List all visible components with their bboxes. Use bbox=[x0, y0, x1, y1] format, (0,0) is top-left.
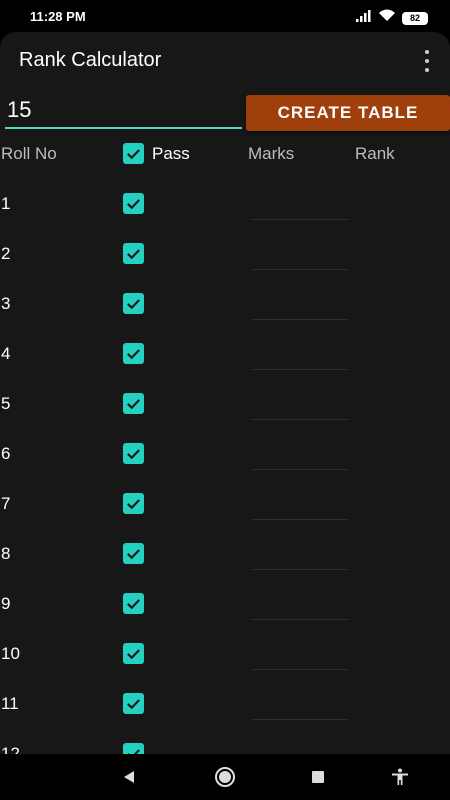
table-row: 12 bbox=[0, 732, 450, 754]
check-icon bbox=[127, 599, 140, 610]
check-icon bbox=[127, 499, 140, 510]
app-bar: Rank Calculator bbox=[0, 32, 450, 88]
roll-number: 10 bbox=[1, 644, 20, 663]
pass-checkbox[interactable] bbox=[123, 243, 144, 264]
create-table-button[interactable]: CREATE TABLE bbox=[246, 95, 450, 131]
check-icon bbox=[127, 549, 140, 560]
table-row: 10 bbox=[0, 632, 450, 682]
pass-checkbox[interactable] bbox=[123, 643, 144, 664]
pass-checkbox[interactable] bbox=[123, 743, 144, 754]
marks-input[interactable] bbox=[252, 240, 348, 270]
table-row: 11 bbox=[0, 682, 450, 732]
marks-input[interactable] bbox=[252, 340, 348, 370]
pass-checkbox[interactable] bbox=[123, 593, 144, 614]
table-row: 1 bbox=[0, 182, 450, 232]
table-row: 3 bbox=[0, 282, 450, 332]
roll-number: 12 bbox=[1, 744, 20, 754]
table-row: 8 bbox=[0, 532, 450, 582]
home-icon[interactable] bbox=[214, 766, 236, 788]
status-bar: 11:28 PM 82 bbox=[0, 0, 450, 32]
input-row: CREATE TABLE bbox=[0, 88, 450, 132]
table-row: 2 bbox=[0, 232, 450, 282]
check-icon bbox=[127, 399, 140, 410]
pass-all-checkbox[interactable] bbox=[123, 143, 144, 164]
check-icon bbox=[127, 749, 140, 754]
signal-icon bbox=[356, 9, 372, 27]
battery-icon: 82 bbox=[402, 11, 428, 25]
roll-number: 4 bbox=[1, 344, 11, 363]
roll-number: 2 bbox=[1, 244, 11, 263]
marks-input[interactable] bbox=[252, 540, 348, 570]
marks-input[interactable] bbox=[252, 390, 348, 420]
accessibility-icon[interactable] bbox=[389, 766, 411, 788]
marks-input[interactable] bbox=[252, 290, 348, 320]
status-time: 11:28 PM bbox=[30, 9, 86, 24]
table-row: 4 bbox=[0, 332, 450, 382]
status-icons: 82 bbox=[356, 9, 428, 27]
check-icon bbox=[127, 199, 140, 210]
roll-number: 3 bbox=[1, 294, 11, 313]
pass-checkbox[interactable] bbox=[123, 693, 144, 714]
pass-checkbox[interactable] bbox=[123, 443, 144, 464]
check-icon bbox=[127, 349, 140, 360]
pass-checkbox[interactable] bbox=[123, 293, 144, 314]
wifi-icon bbox=[378, 9, 396, 27]
marks-input[interactable] bbox=[252, 690, 348, 720]
table-row: 9 bbox=[0, 582, 450, 632]
table-row: 5 bbox=[0, 382, 450, 432]
check-icon bbox=[127, 299, 140, 310]
header-rank: Rank bbox=[355, 144, 395, 163]
table-row: 6 bbox=[0, 432, 450, 482]
roll-number: 1 bbox=[1, 194, 11, 213]
marks-input[interactable] bbox=[252, 740, 348, 754]
marks-input[interactable] bbox=[252, 640, 348, 670]
back-icon[interactable] bbox=[118, 766, 140, 788]
pass-checkbox[interactable] bbox=[123, 543, 144, 564]
pass-checkbox[interactable] bbox=[123, 343, 144, 364]
roll-number: 9 bbox=[1, 594, 11, 613]
check-icon bbox=[127, 649, 140, 660]
check-icon bbox=[127, 249, 140, 260]
student-count-input[interactable] bbox=[5, 93, 242, 129]
recents-icon[interactable] bbox=[307, 766, 329, 788]
marks-input[interactable] bbox=[252, 490, 348, 520]
pass-checkbox[interactable] bbox=[123, 193, 144, 214]
roll-number: 5 bbox=[1, 394, 11, 413]
marks-input[interactable] bbox=[252, 590, 348, 620]
roll-number: 6 bbox=[1, 444, 11, 463]
roll-number: 8 bbox=[1, 544, 11, 563]
app-window: Rank Calculator CREATE TABLE Roll No Pas… bbox=[0, 32, 450, 754]
pass-checkbox[interactable] bbox=[123, 493, 144, 514]
table-rows: 1 2 3 4 5 6 7 8 9 10 11 12 bbox=[0, 182, 450, 754]
header-pass: Pass bbox=[152, 144, 190, 163]
header-roll-no: Roll No bbox=[1, 144, 57, 163]
table-header: Roll No Pass Marks Rank bbox=[0, 132, 450, 182]
pass-checkbox[interactable] bbox=[123, 393, 144, 414]
check-icon bbox=[127, 149, 140, 160]
overflow-menu-icon[interactable] bbox=[422, 50, 432, 72]
roll-number: 11 bbox=[1, 694, 19, 713]
roll-number: 7 bbox=[1, 494, 11, 513]
check-icon bbox=[127, 449, 140, 460]
app-title: Rank Calculator bbox=[19, 49, 162, 71]
check-icon bbox=[127, 699, 140, 710]
marks-input[interactable] bbox=[252, 190, 348, 220]
marks-input[interactable] bbox=[252, 440, 348, 470]
header-marks: Marks bbox=[248, 144, 295, 163]
system-nav-bar bbox=[0, 754, 450, 800]
table-row: 7 bbox=[0, 482, 450, 532]
